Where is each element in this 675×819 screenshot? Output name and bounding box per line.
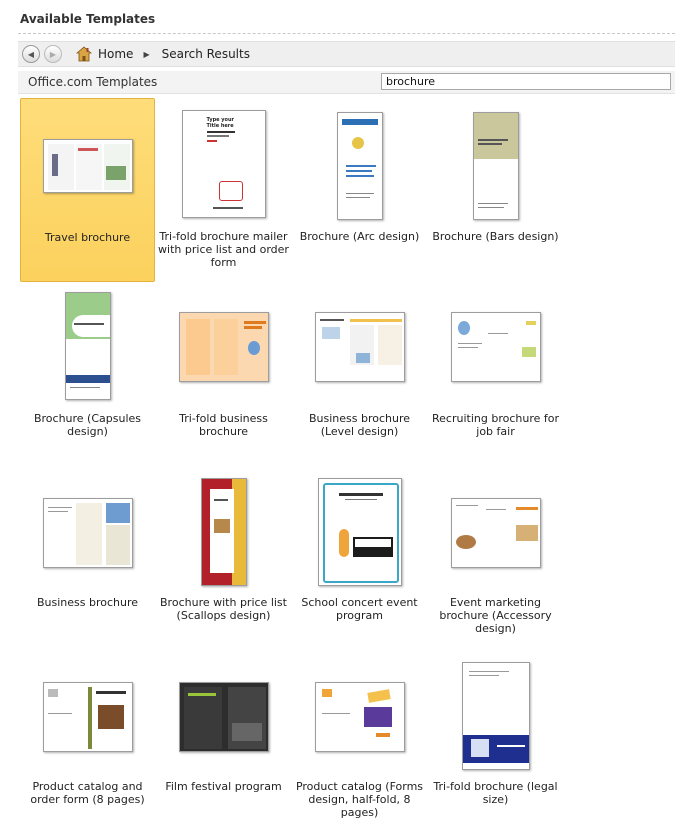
template-thumbnail xyxy=(42,139,133,193)
template-label: Brochure (Arc design) xyxy=(299,230,420,243)
template-thumbnail xyxy=(472,112,519,220)
arrow-left-icon: ◀ xyxy=(27,49,35,59)
template-brochure-arc[interactable]: Brochure (Arc design) xyxy=(292,98,427,282)
template-thumbnail xyxy=(336,112,383,220)
template-thumbnail xyxy=(42,498,133,568)
template-label: Travel brochure xyxy=(44,231,131,244)
template-label: Business brochure (Level design) xyxy=(308,412,411,438)
template-trifold-legal[interactable]: Tri-fold brochure (legal size) xyxy=(428,654,563,814)
template-thumbnail xyxy=(461,662,530,770)
header-divider xyxy=(18,33,675,34)
template-film-festival[interactable]: Film festival program xyxy=(156,654,291,814)
breadcrumb-current[interactable]: Search Results xyxy=(162,47,250,61)
template-price-list-scallops[interactable]: Brochure with price list (Scallops desig… xyxy=(156,470,291,640)
template-label: Tri-fold brochure (legal size) xyxy=(433,780,558,806)
arrow-right-icon: ▶ xyxy=(49,49,57,59)
template-recruiting-job-fair[interactable]: Recruiting brochure for job fair xyxy=(428,286,563,456)
home-icon xyxy=(76,46,92,62)
template-trifold-business[interactable]: Tri-fold business brochure xyxy=(156,286,291,456)
template-thumbnail xyxy=(314,312,405,382)
template-source-bar: Office.com Templates → xyxy=(18,71,675,94)
template-thumbnail xyxy=(64,292,111,400)
template-school-concert[interactable]: School concert event program xyxy=(292,470,427,640)
page-title: Available Templates xyxy=(20,12,156,26)
template-business-brochure[interactable]: Business brochure xyxy=(20,470,155,640)
template-label: Product catalog (Forms design, half-fold… xyxy=(295,780,424,819)
template-event-accessory[interactable]: Event marketing brochure (Accessory desi… xyxy=(428,470,563,640)
breadcrumb-home-label: Home xyxy=(98,47,134,61)
template-source-label: Office.com Templates xyxy=(28,75,158,89)
thumbnail-title: Type your Title here xyxy=(206,117,235,129)
template-product-catalog-forms[interactable]: Product catalog (Forms design, half-fold… xyxy=(292,654,427,819)
template-label: Product catalog and order form (8 pages) xyxy=(30,780,145,806)
template-label: School concert event program xyxy=(301,596,418,622)
template-business-level[interactable]: Business brochure (Level design) xyxy=(292,286,427,456)
template-thumbnail xyxy=(314,682,405,752)
template-label: Brochure with price list (Scallops desig… xyxy=(160,596,287,622)
template-trifold-mailer[interactable]: Type your Title here Tri-fold brochure m… xyxy=(156,98,291,282)
forward-button[interactable]: ▶ xyxy=(44,45,62,63)
template-thumbnail: Type your Title here xyxy=(181,110,266,218)
template-thumbnail xyxy=(200,478,247,586)
search-input[interactable] xyxy=(381,73,671,90)
template-brochure-capsules[interactable]: Brochure (Capsules design) xyxy=(20,286,155,456)
template-label: Brochure (Capsules design) xyxy=(33,412,142,438)
template-label: Recruiting brochure for job fair xyxy=(432,412,559,438)
template-travel-brochure[interactable]: Travel brochure xyxy=(20,98,155,282)
template-thumbnail xyxy=(178,312,269,382)
back-button[interactable]: ◀ xyxy=(22,45,40,63)
template-label: Business brochure xyxy=(36,596,139,609)
breadcrumb-home[interactable]: Home xyxy=(76,46,133,62)
template-label: Tri-fold brochure mailer with price list… xyxy=(158,230,289,269)
template-label: Brochure (Bars design) xyxy=(432,230,559,243)
template-thumbnail xyxy=(450,498,541,568)
template-thumbnail xyxy=(317,478,402,586)
template-product-catalog-order[interactable]: Product catalog and order form (8 pages) xyxy=(20,654,155,814)
template-brochure-bars[interactable]: Brochure (Bars design) xyxy=(428,98,563,282)
template-label: Event marketing brochure (Accessory desi… xyxy=(439,596,552,635)
navigation-bar: ◀ ▶ Home ▶ Search Results xyxy=(18,41,675,67)
template-thumbnail xyxy=(450,312,541,382)
template-thumbnail xyxy=(178,682,269,752)
breadcrumb-separator-icon: ▶ xyxy=(143,49,150,59)
template-label: Film festival program xyxy=(165,780,282,793)
template-label: Tri-fold business brochure xyxy=(179,412,268,438)
template-thumbnail xyxy=(42,682,133,752)
